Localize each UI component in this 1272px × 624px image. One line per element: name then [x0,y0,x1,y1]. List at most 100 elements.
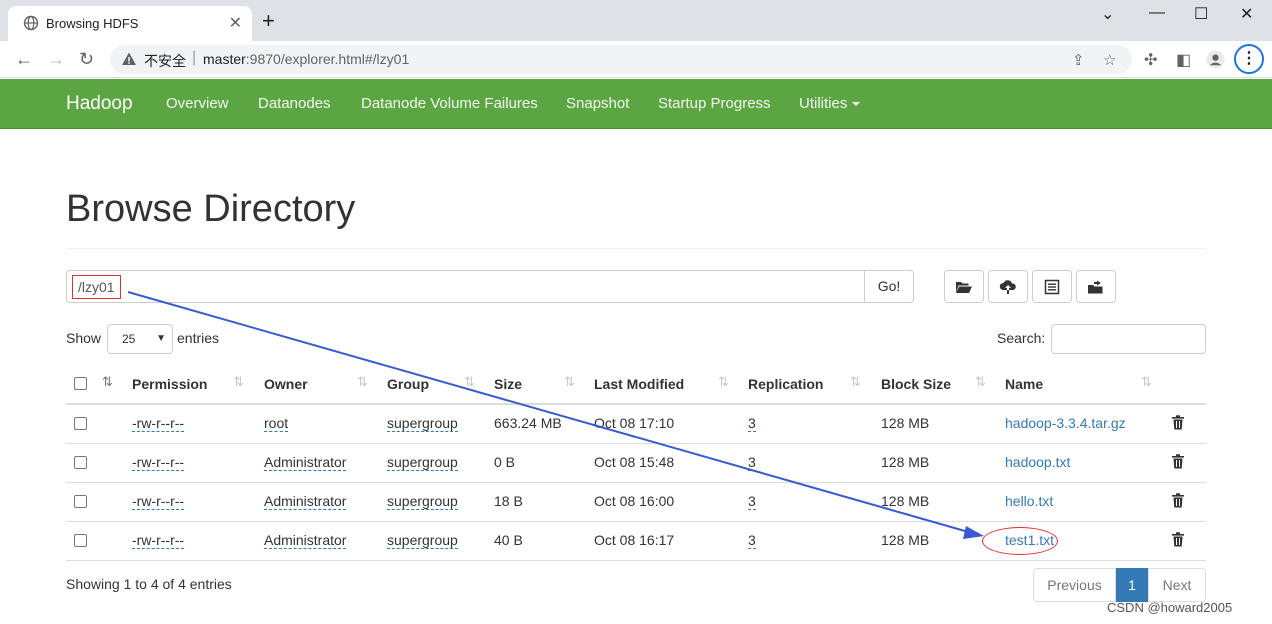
nav-overview[interactable]: Overview [166,95,229,112]
column-header-replication[interactable]: Replication [748,376,823,392]
maximize-icon[interactable]: ☐ [1194,4,1208,24]
caret-down-icon [852,102,861,107]
replication-cell[interactable]: 3 [748,493,756,510]
nav-datanodes[interactable]: Datanodes [258,95,331,112]
column-header-name[interactable]: Name [1005,376,1043,392]
sort-icon[interactable]: ⇅ [464,374,475,390]
permission-cell[interactable]: -rw-r--r-- [132,454,185,471]
owner-cell[interactable]: Administrator [264,532,347,549]
omnibox-divider: | [192,49,197,66]
row-checkbox[interactable] [74,534,87,547]
column-header-permission[interactable]: Permission [132,376,207,392]
page-1-button[interactable]: 1 [1116,568,1148,602]
nav-startup-progress[interactable]: Startup Progress [658,95,771,112]
entries-label: entries [177,330,220,346]
browser-tab[interactable]: Browsing HDFS ✕ [8,6,252,41]
warning-icon [122,52,136,65]
owner-cell[interactable]: Administrator [264,493,347,510]
upload-button[interactable] [988,270,1028,303]
create-directory-button[interactable] [944,270,984,303]
owner-cell[interactable]: Administrator [264,454,347,471]
url-path: :9870/explorer.html#/lzy01 [245,51,410,67]
tab-search-icon[interactable]: ⌄ [1101,4,1114,24]
minimize-icon[interactable]: — [1149,4,1165,22]
nav-datanode-volume-failures[interactable]: Datanode Volume Failures [361,95,538,112]
bookmark-star-icon[interactable]: ☆ [1103,51,1116,69]
list-view-button[interactable] [1032,270,1072,303]
globe-icon [23,15,39,31]
row-checkbox[interactable] [74,417,87,430]
profile-icon[interactable] [1206,50,1225,69]
row-checkbox[interactable] [74,456,87,469]
sort-icon[interactable]: ⇅ [102,374,113,390]
list-alt-icon [1044,279,1060,295]
size-cell: 40 B [494,532,523,548]
navbar-brand[interactable]: Hadoop [66,93,133,115]
modified-cell: Oct 08 16:00 [594,493,675,509]
replication-cell[interactable]: 3 [748,454,756,471]
next-button[interactable]: Next [1148,568,1206,602]
chevron-down-icon: ▼ [156,333,166,344]
back-icon[interactable]: ← [15,49,33,70]
page-title: Browse Directory [66,188,356,230]
sort-icon[interactable]: ⇅ [233,374,244,390]
search-input[interactable] [1051,324,1206,354]
permission-cell[interactable]: -rw-r--r-- [132,415,185,432]
nav-utilities[interactable]: Utilities [799,95,861,112]
table-header-divider [66,403,1206,405]
trash-icon[interactable] [1171,454,1185,469]
row-divider [66,521,1206,522]
forward-icon[interactable]: → [47,49,65,70]
directory-input[interactable]: /lzy01 [66,270,866,303]
url-text[interactable]: master:9870/explorer.html#/lzy01 [203,51,409,67]
browser-menu-icon[interactable]: ⋮ [1234,44,1264,74]
side-panel-icon[interactable]: ◧ [1176,50,1191,70]
group-cell[interactable]: supergroup [387,493,458,510]
entries-select[interactable]: 25 ▼ [107,324,173,354]
sort-icon[interactable]: ⇅ [975,374,986,390]
cut-paste-button[interactable] [1076,270,1116,303]
row-checkbox[interactable] [74,495,87,508]
group-cell[interactable]: supergroup [387,415,458,432]
size-cell: 663.24 MB [494,415,562,431]
sort-icon[interactable]: ⇅ [564,374,575,390]
sort-icon[interactable]: ⇅ [1141,374,1152,390]
new-tab-icon[interactable]: + [262,8,275,34]
replication-cell[interactable]: 3 [748,532,756,549]
modified-cell: Oct 08 15:48 [594,454,675,470]
extensions-icon[interactable]: ✣ [1144,50,1157,70]
go-button[interactable]: Go! [864,270,914,303]
select-all-checkbox[interactable] [74,377,87,390]
permission-cell[interactable]: -rw-r--r-- [132,532,185,549]
column-header-owner[interactable]: Owner [264,376,308,392]
replication-cell[interactable]: 3 [748,415,756,432]
previous-button[interactable]: Previous [1033,568,1116,602]
nav-snapshot[interactable]: Snapshot [566,95,629,112]
tab-close-icon[interactable]: ✕ [229,13,242,33]
owner-cell[interactable]: root [264,415,289,432]
column-header-last-modified[interactable]: Last Modified [594,376,684,392]
file-name-link[interactable]: hadoop-3.3.4.tar.gz [1005,415,1126,431]
column-header-group[interactable]: Group [387,376,429,392]
sort-icon[interactable]: ⇅ [718,374,729,390]
modified-cell: Oct 08 17:10 [594,415,675,431]
trash-icon[interactable] [1171,493,1185,508]
reload-icon[interactable]: ↻ [79,49,94,70]
permission-cell[interactable]: -rw-r--r-- [132,493,185,510]
column-header-size[interactable]: Size [494,376,522,392]
sort-icon[interactable]: ⇅ [357,374,368,390]
file-name-link[interactable]: hello.txt [1005,493,1053,509]
address-bar[interactable]: 不安全 | master:9870/explorer.html#/lzy01 ⇪… [110,45,1132,74]
sort-icon[interactable]: ⇅ [850,374,861,390]
column-header-block-size[interactable]: Block Size [881,376,951,392]
annotation-highlight-ellipse [982,527,1058,555]
group-cell[interactable]: supergroup [387,532,458,549]
window-close-icon[interactable]: ✕ [1240,4,1253,24]
group-cell[interactable]: supergroup [387,454,458,471]
row-divider [66,443,1206,444]
trash-icon[interactable] [1171,415,1185,430]
share-icon[interactable]: ⇪ [1072,51,1085,69]
file-name-link[interactable]: hadoop.txt [1005,454,1070,470]
trash-icon[interactable] [1171,532,1185,547]
block-size-cell: 128 MB [881,493,930,509]
